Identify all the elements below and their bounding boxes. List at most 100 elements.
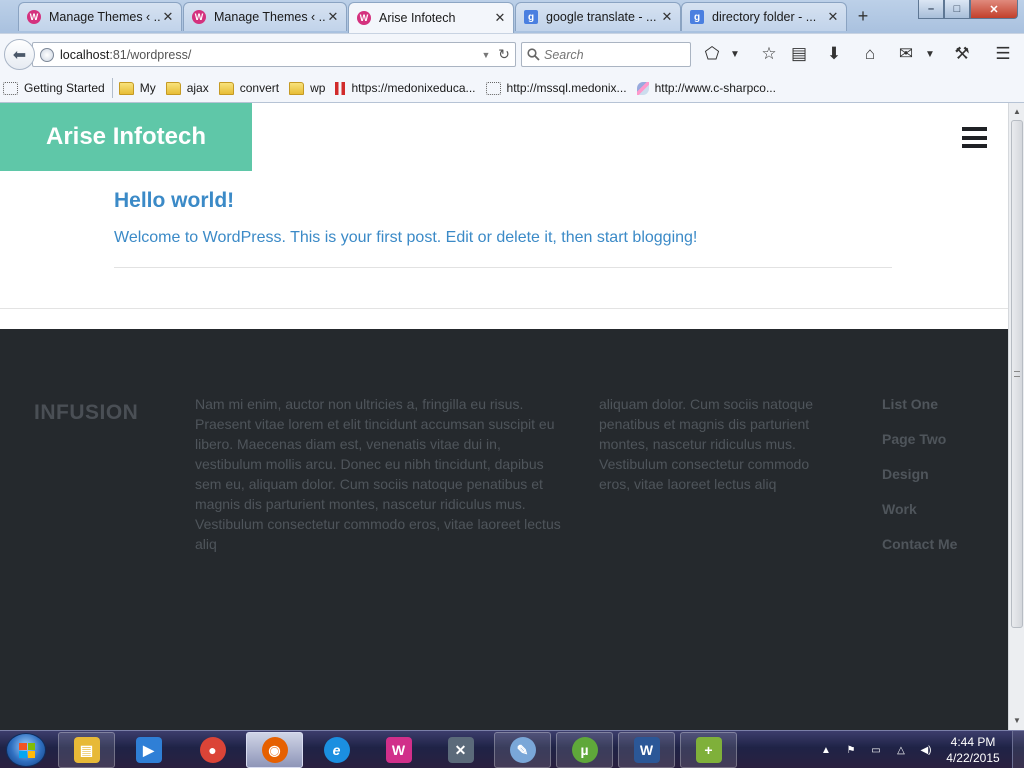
- tab-title: Manage Themes ‹ ...: [214, 10, 326, 24]
- word-icon: W: [633, 737, 660, 763]
- tools-icon[interactable]: ⚒: [949, 42, 975, 66]
- post-article: Hello world! Welcome to WordPress. This …: [114, 189, 892, 247]
- taskbar-word[interactable]: W: [618, 732, 675, 768]
- footer-link-work[interactable]: Work: [882, 499, 957, 534]
- scrollbar-thumb[interactable]: [1011, 120, 1023, 628]
- maximize-button[interactable]: □: [944, 0, 970, 19]
- bookmark-folder-ajax[interactable]: ajax: [165, 81, 209, 95]
- bookmark-folder-wp[interactable]: wp: [289, 81, 325, 95]
- extension-icon[interactable]: ✉: [893, 42, 919, 66]
- navigation-toolbar: localhost:81/wordpress/ ▼ ↻ ⬅ ⬠ ▼ ☆ ▤ ⬇ …: [0, 33, 1024, 74]
- show-hidden-icons-icon[interactable]: ▲: [818, 742, 834, 758]
- address-path: :81/wordpress/: [109, 47, 192, 62]
- back-button[interactable]: ⬅: [4, 39, 35, 70]
- taskbar-file-explorer[interactable]: ▤: [58, 732, 115, 768]
- bookmark-star-icon[interactable]: ☆: [756, 42, 782, 66]
- address-host: localhost: [60, 47, 110, 62]
- reading-list-icon[interactable]: ▤: [786, 42, 812, 66]
- post-excerpt[interactable]: Welcome to WordPress. This is your first…: [114, 229, 892, 247]
- download-icon[interactable]: ⬇: [821, 42, 847, 66]
- action-center-flag-icon[interactable]: ⚑: [843, 742, 859, 758]
- post-title-link[interactable]: Hello world!: [114, 189, 892, 213]
- media-player-icon: ▶: [135, 737, 162, 763]
- tab-google-translate[interactable]: g google translate - ... ✕: [515, 2, 681, 31]
- search-box[interactable]: [521, 42, 691, 67]
- scroll-down-arrow-icon[interactable]: ▼: [1011, 714, 1023, 728]
- site-favicon-icon: [335, 81, 346, 95]
- chevron-down-icon[interactable]: ▼: [921, 42, 939, 66]
- bookmarks-toolbar: Getting Started My ajax convert wp https…: [0, 74, 1024, 103]
- taskbar-build-tools[interactable]: ✕: [432, 732, 489, 768]
- page-icon: [485, 81, 501, 95]
- tab-title: Arise Infotech: [379, 11, 456, 25]
- site-header: Arise Infotech: [0, 103, 1008, 171]
- post-divider: [114, 267, 892, 268]
- tab-title: directory folder - ...: [712, 10, 817, 24]
- tab-close-icon[interactable]: ✕: [660, 9, 674, 25]
- reload-icon[interactable]: ↻: [493, 46, 515, 63]
- address-bar[interactable]: localhost:81/wordpress/ ▼ ↻: [32, 42, 516, 67]
- tab-title: google translate - ...: [546, 10, 657, 24]
- tab-close-icon[interactable]: ✕: [161, 9, 175, 25]
- taskbar-internet-explorer[interactable]: e: [308, 732, 365, 768]
- network-icon[interactable]: ▭: [868, 742, 884, 758]
- build-tools-icon: ✕: [447, 737, 474, 763]
- scroll-up-arrow-icon[interactable]: ▲: [1011, 105, 1023, 119]
- clock-date: 4/22/2015: [946, 751, 1000, 765]
- address-text[interactable]: localhost:81/wordpress/: [60, 48, 479, 62]
- new-tab-button[interactable]: +: [851, 5, 875, 27]
- close-window-button[interactable]: ✕: [970, 0, 1018, 19]
- taskbar-utorrent[interactable]: µ: [556, 732, 613, 768]
- tab-directory-folder[interactable]: g directory folder - ... ✕: [681, 2, 847, 31]
- taskbar-clock[interactable]: 4:44 PM 4/22/2015: [942, 734, 1004, 766]
- bookmark-folder-my[interactable]: My: [118, 81, 156, 95]
- tab-close-icon[interactable]: ✕: [493, 10, 507, 26]
- pocket-icon[interactable]: ⬠: [699, 42, 725, 66]
- tab-manage-themes-2[interactable]: W Manage Themes ‹ ... ✕: [183, 2, 347, 31]
- history-dropdown-icon[interactable]: ▼: [479, 50, 493, 60]
- window-controls: – □ ✕: [918, 0, 1020, 19]
- start-button[interactable]: [6, 733, 46, 767]
- folder-icon: [218, 81, 234, 95]
- google-drive-icon[interactable]: △: [893, 742, 909, 758]
- footer-link-list-one[interactable]: List One: [882, 394, 957, 429]
- taskbar-chrome[interactable]: ●: [184, 732, 241, 768]
- bookmark-c-sharpcorner[interactable]: http://www.c-sharpco...: [636, 81, 776, 95]
- page-icon: [3, 81, 18, 95]
- taskbar-media-player[interactable]: ▶: [120, 732, 177, 768]
- footer-link-design[interactable]: Design: [882, 464, 957, 499]
- taskbar-wamp[interactable]: W: [370, 732, 427, 768]
- minimize-button[interactable]: –: [918, 0, 944, 19]
- home-icon[interactable]: ⌂: [857, 42, 883, 66]
- tab-close-icon[interactable]: ✕: [826, 9, 840, 25]
- show-desktop-button[interactable]: [1012, 731, 1024, 768]
- tab-close-icon[interactable]: ✕: [326, 9, 340, 25]
- bookmark-folder-convert[interactable]: convert: [218, 81, 279, 95]
- windows-taskbar: ▤ ▶ ● ◉ e W ✕ ✎ µ W + ▲ ⚑ ▭ △ ◀) 4:44 PM…: [0, 730, 1024, 768]
- hamburger-menu-icon[interactable]: ☰: [990, 42, 1016, 66]
- hamburger-menu-icon[interactable]: [962, 127, 987, 148]
- tab-manage-themes-1[interactable]: W Manage Themes ‹ ... ✕: [18, 2, 182, 31]
- bookmark-medonixeduca[interactable]: https://medonixeduca...: [335, 81, 476, 95]
- notepad-plus-icon: +: [695, 737, 722, 763]
- taskbar-paint[interactable]: ✎: [494, 732, 551, 768]
- taskbar-firefox[interactable]: ◉: [246, 732, 303, 768]
- volume-icon[interactable]: ◀): [918, 742, 934, 758]
- site-title[interactable]: Arise Infotech: [0, 103, 252, 171]
- footer-link-contact-me[interactable]: Contact Me: [882, 534, 957, 569]
- bookmark-getting-started[interactable]: Getting Started: [3, 81, 105, 95]
- footer-link-page-two[interactable]: Page Two: [882, 429, 957, 464]
- windows-logo-icon: [19, 743, 35, 758]
- vertical-scrollbar[interactable]: ▲ ▼: [1008, 103, 1024, 730]
- folder-icon: [165, 81, 181, 95]
- chrome-icon: ●: [199, 737, 226, 763]
- chevron-down-icon[interactable]: ▼: [726, 42, 744, 66]
- browser-tab-strip: W Manage Themes ‹ ... ✕ W Manage Themes …: [0, 0, 1024, 33]
- bookmark-mssql-medonix[interactable]: http://mssql.medonix...: [485, 81, 627, 95]
- search-input[interactable]: [544, 47, 684, 62]
- bookmark-label: Getting Started: [24, 81, 105, 95]
- bookmark-label: ajax: [186, 81, 209, 95]
- taskbar-notepad-plus[interactable]: +: [680, 732, 737, 768]
- page-viewport: Arise Infotech Hello world! Welcome to W…: [0, 103, 1008, 730]
- tab-arise-infotech[interactable]: W Arise Infotech ✕: [348, 2, 514, 33]
